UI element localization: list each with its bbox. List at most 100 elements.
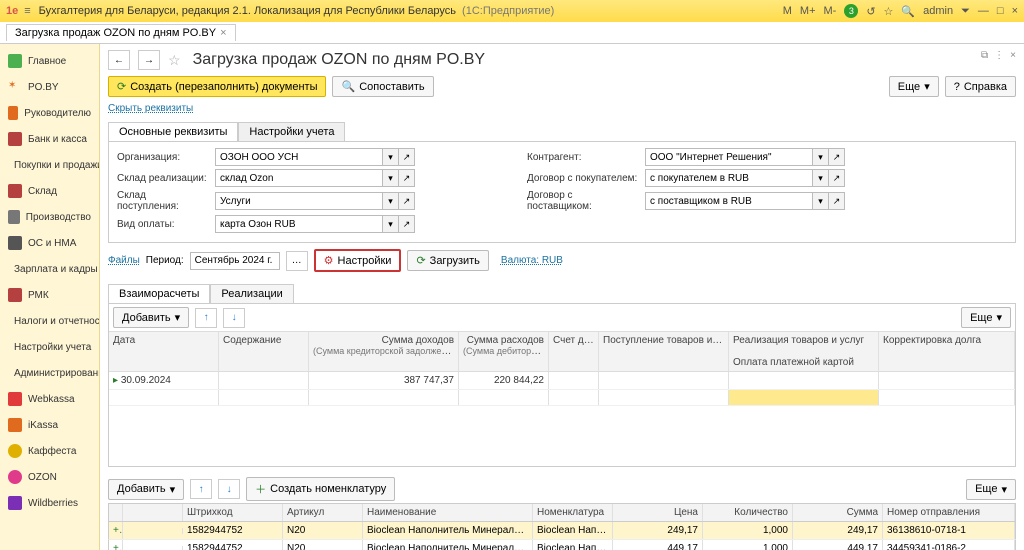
sidebar-item-taxes[interactable]: Налоги и отчетность — [0, 308, 99, 334]
sidebar-item-production[interactable]: Производство — [0, 204, 99, 230]
dropdown-icon[interactable]: ▾ — [813, 192, 829, 210]
sidebar-item-hr[interactable]: Зарплата и кадры — [0, 256, 99, 282]
open-icon[interactable]: ↗ — [829, 169, 845, 187]
sidebar-item-bank[interactable]: Банк и касса — [0, 126, 99, 152]
window-tabbar: Загрузка продаж OZON по дням PO.BY × — [0, 22, 1024, 44]
sidebar-item-label: Банк и касса — [28, 134, 87, 145]
tab-settlements[interactable]: Взаиморасчеты — [108, 284, 210, 303]
sidebar-item-main[interactable]: Главное — [0, 48, 99, 74]
window-tab[interactable]: Загрузка продаж OZON по дням PO.BY × — [6, 24, 236, 41]
tab-settings[interactable]: Настройки учета — [238, 122, 345, 141]
expand-icon[interactable]: ▸ — [113, 375, 118, 386]
form-tabs: Основные реквизиты Настройки учета — [108, 122, 1016, 141]
sidebar-item-manager[interactable]: Руководителю — [0, 100, 99, 126]
dog-pok-input[interactable] — [645, 169, 813, 187]
table-row[interactable] — [109, 390, 1015, 406]
user-label[interactable]: admin — [923, 5, 953, 17]
move-up-button-2[interactable]: ↑ — [190, 479, 212, 499]
more-button[interactable]: Еще ▾ — [889, 76, 939, 97]
dropdown-icon[interactable]: ▾ — [813, 148, 829, 166]
table-row[interactable]: +1582944752N20Bioclean Наполнитель Минер… — [108, 540, 1016, 550]
dropdown-icon[interactable]: ⏷ — [961, 5, 970, 18]
box-icon — [8, 184, 22, 198]
compare-button[interactable]: 🔍Сопоставить — [332, 76, 433, 97]
open-icon[interactable]: ↗ — [829, 192, 845, 210]
create-nomen-button[interactable]: ＋Создать номенклатуру — [246, 477, 395, 501]
sklad-p-input[interactable] — [215, 192, 383, 210]
dropdown-icon[interactable]: ▾ — [383, 192, 399, 210]
load-button[interactable]: ⟳Загрузить — [407, 250, 488, 271]
move-down-button[interactable]: ↓ — [223, 308, 245, 328]
more-button[interactable]: Еще ▾ — [961, 307, 1011, 328]
sidebar-item-settings[interactable]: Настройки учета — [0, 334, 99, 360]
maximize-icon[interactable]: □ — [997, 5, 1004, 17]
notif-badge[interactable]: 3 — [844, 4, 858, 18]
org-input[interactable] — [215, 148, 383, 166]
menu-icon[interactable]: ⋮ — [994, 50, 1004, 61]
dropdown-icon[interactable]: ▾ — [383, 148, 399, 166]
sidebar-item-ozon[interactable]: OZON — [0, 464, 99, 490]
sidebar-item-label: Настройки учета — [14, 342, 91, 353]
sidebar-item-kaffesta[interactable]: Каффеста — [0, 438, 99, 464]
sidebar-item-osnma[interactable]: ОС и НМА — [0, 230, 99, 256]
sidebar-item-admin[interactable]: Администрирование — [0, 360, 99, 386]
open-icon[interactable]: ↗ — [399, 192, 415, 210]
history-icon[interactable]: ↺ — [866, 5, 875, 18]
tab-realizations[interactable]: Реализации — [210, 284, 293, 303]
kontr-input[interactable] — [645, 148, 813, 166]
open-icon[interactable]: ↗ — [399, 215, 415, 233]
subtabs: Взаиморасчеты Реализации — [108, 284, 1016, 303]
link-icon[interactable]: ⧉ — [981, 50, 988, 61]
open-icon[interactable]: ↗ — [829, 148, 845, 166]
cell-income: 387 747,37 — [309, 372, 459, 389]
cell-highlight[interactable] — [729, 390, 879, 405]
open-icon[interactable]: ↗ — [399, 169, 415, 187]
sidebar-item-wildberries[interactable]: Wildberries — [0, 490, 99, 516]
search-icon[interactable]: 🔍 — [901, 5, 915, 18]
vid-input[interactable] — [215, 215, 383, 233]
add-button[interactable]: Добавить ▾ — [113, 307, 189, 328]
currency-link[interactable]: Валюта: RUB — [501, 255, 563, 266]
tab-close-icon[interactable]: × — [220, 27, 226, 39]
add-button-2[interactable]: Добавить ▾ — [108, 479, 184, 500]
favorite-icon[interactable]: ☆ — [884, 5, 894, 18]
sidebar-item-sales[interactable]: Покупки и продажи — [0, 152, 99, 178]
sidebar-item-rmk[interactable]: РМК — [0, 282, 99, 308]
close-icon[interactable]: × — [1012, 5, 1018, 17]
calc-mplus[interactable]: M+ — [800, 5, 816, 17]
minimize-icon[interactable]: — — [978, 5, 989, 17]
period-picker-button[interactable]: … — [286, 251, 308, 271]
files-link[interactable]: Файлы — [108, 255, 140, 266]
dropdown-icon[interactable]: ▾ — [383, 169, 399, 187]
sidebar-item-poby[interactable]: ✶PO.BY — [0, 74, 99, 100]
refresh-icon: ⟳ — [416, 254, 425, 267]
hide-rekv-link[interactable]: Скрыть реквизиты — [108, 103, 193, 114]
sidebar-item-warehouse[interactable]: Склад — [0, 178, 99, 204]
burger-icon[interactable]: ≡ — [24, 5, 30, 17]
doc-close-icon[interactable]: × — [1010, 50, 1016, 61]
nav-fwd-button[interactable]: → — [138, 50, 160, 70]
calc-m[interactable]: M — [783, 5, 792, 17]
more-button-2[interactable]: Еще ▾ — [966, 479, 1016, 500]
table-row[interactable]: +1582944752N20Bioclean Наполнитель Минер… — [108, 522, 1016, 540]
calc-mminus[interactable]: M- — [824, 5, 837, 17]
sidebar-item-label: iKassa — [28, 420, 58, 431]
settings-button[interactable]: ⚙Настройки — [314, 249, 402, 272]
table-row[interactable]: ▸ 30.09.2024 387 747,37 220 844,22 — [109, 372, 1015, 390]
sklad-r-input[interactable] — [215, 169, 383, 187]
create-docs-button[interactable]: ⟳Создать (перезаполнить) документы — [108, 76, 326, 97]
period-input[interactable] — [190, 252, 280, 270]
dropdown-icon[interactable]: ▾ — [383, 215, 399, 233]
star-icon[interactable]: ☆ — [168, 52, 181, 69]
help-button[interactable]: ? Справка — [945, 76, 1016, 97]
open-icon[interactable]: ↗ — [399, 148, 415, 166]
move-up-button[interactable]: ↑ — [195, 308, 217, 328]
move-down-button-2[interactable]: ↓ — [218, 479, 240, 499]
dropdown-icon[interactable]: ▾ — [813, 169, 829, 187]
col-date: Дата — [109, 332, 219, 371]
sidebar-item-webkassa[interactable]: Webkassa — [0, 386, 99, 412]
dog-post-input[interactable] — [645, 192, 813, 210]
tab-main[interactable]: Основные реквизиты — [108, 122, 238, 141]
nav-back-button[interactable]: ← — [108, 50, 130, 70]
sidebar-item-ikassa[interactable]: iKassa — [0, 412, 99, 438]
